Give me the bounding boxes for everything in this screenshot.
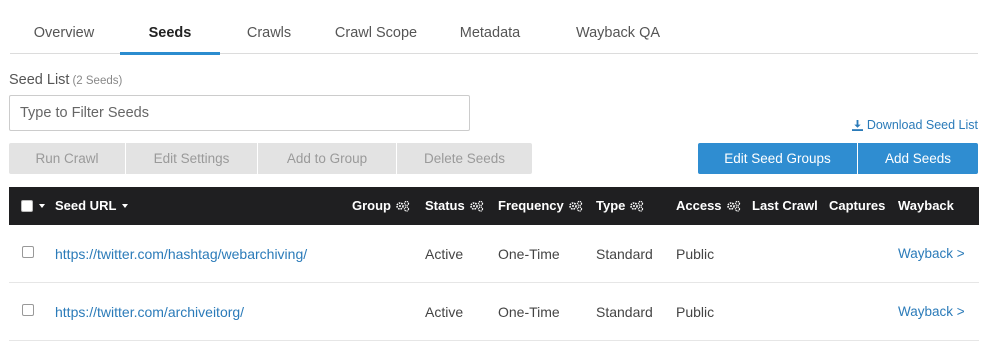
table-row: https://twitter.com/archiveitorg/ Active… xyxy=(9,283,979,341)
header-captures[interactable]: Captures xyxy=(829,187,885,225)
header-frequency[interactable]: Frequency xyxy=(498,187,583,225)
tab-crawls[interactable]: Crawls xyxy=(222,0,316,54)
seed-type: Standard xyxy=(596,304,653,320)
header-last-crawl[interactable]: Last Crawl xyxy=(752,187,818,225)
header-captures-label: Captures xyxy=(829,198,886,213)
seed-count: (2 Seeds) xyxy=(72,75,123,87)
table-row: https://twitter.com/hashtag/webarchiving… xyxy=(9,225,979,283)
sort-caret-icon xyxy=(122,204,129,208)
seed-status: Active xyxy=(425,304,464,320)
edit-settings-button[interactable]: Edit Settings xyxy=(126,143,258,174)
download-icon xyxy=(851,119,863,131)
header-status[interactable]: Status xyxy=(425,187,484,225)
tab-overview[interactable]: Overview xyxy=(10,0,118,54)
seed-list-title: Seed List xyxy=(9,72,70,88)
run-crawl-button[interactable]: Run Crawl xyxy=(9,143,126,174)
gears-icon xyxy=(396,200,410,212)
seed-access: Public xyxy=(676,246,715,262)
table-header: Seed URL Group Status Frequency Type Acc… xyxy=(9,187,979,225)
seeds-table: Seed URL Group Status Frequency Type Acc… xyxy=(9,187,979,341)
header-access-label: Access xyxy=(676,198,722,213)
caret-down-icon xyxy=(39,204,45,208)
seed-url-link[interactable]: https://twitter.com/hashtag/webarchiving… xyxy=(55,225,307,283)
seed-url-link[interactable]: https://twitter.com/archiveitorg/ xyxy=(55,283,244,341)
header-type-label: Type xyxy=(596,198,626,213)
seed-list-heading: Seed List (2 Seeds) xyxy=(9,72,122,88)
add-seeds-button[interactable]: Add Seeds xyxy=(858,143,978,174)
delete-seeds-button[interactable]: Delete Seeds xyxy=(397,143,532,174)
header-access[interactable]: Access xyxy=(676,187,741,225)
seed-frequency: One-Time xyxy=(498,246,560,262)
gears-icon xyxy=(630,200,644,212)
header-wayback: Wayback xyxy=(898,187,954,225)
header-group-label: Group xyxy=(352,198,391,213)
header-wayback-label: Wayback xyxy=(898,198,954,213)
seed-frequency: One-Time xyxy=(498,304,560,320)
download-seed-list-link[interactable]: Download Seed List xyxy=(851,118,978,132)
row-checkbox[interactable] xyxy=(22,246,34,258)
wayback-link[interactable]: Wayback > xyxy=(898,283,965,341)
download-seed-list-label: Download Seed List xyxy=(866,118,978,132)
tab-crawl-scope[interactable]: Crawl Scope xyxy=(316,0,436,54)
seed-type: Standard xyxy=(596,246,653,262)
row-checkbox[interactable] xyxy=(22,304,34,316)
seed-actions-group: Run Crawl Edit Settings Add to Group Del… xyxy=(9,143,532,174)
seed-status: Active xyxy=(425,246,464,262)
tab-wayback-qa[interactable]: Wayback QA xyxy=(558,0,678,54)
gears-icon xyxy=(726,200,740,212)
header-last-crawl-label: Last Crawl xyxy=(752,198,818,213)
header-seed-url[interactable]: Seed URL xyxy=(55,187,129,225)
select-all-checkbox[interactable] xyxy=(21,200,33,212)
header-type[interactable]: Type xyxy=(596,187,644,225)
select-all-dropdown[interactable] xyxy=(21,187,45,225)
tab-bar: Overview Seeds Crawls Crawl Scope Metada… xyxy=(10,0,978,55)
seed-management-group: Edit Seed Groups Add Seeds xyxy=(698,143,978,174)
header-seed-url-label: Seed URL xyxy=(55,198,117,213)
add-to-group-button[interactable]: Add to Group xyxy=(258,143,397,174)
header-frequency-label: Frequency xyxy=(498,198,564,213)
header-status-label: Status xyxy=(425,198,465,213)
gears-icon xyxy=(469,200,483,212)
filter-seeds-input[interactable] xyxy=(9,95,470,131)
header-group[interactable]: Group xyxy=(352,187,410,225)
seed-access: Public xyxy=(676,304,715,320)
edit-seed-groups-button[interactable]: Edit Seed Groups xyxy=(698,143,858,174)
gears-icon xyxy=(568,200,582,212)
tab-seeds[interactable]: Seeds xyxy=(120,0,220,55)
tab-metadata[interactable]: Metadata xyxy=(440,0,540,54)
wayback-link[interactable]: Wayback > xyxy=(898,225,965,283)
